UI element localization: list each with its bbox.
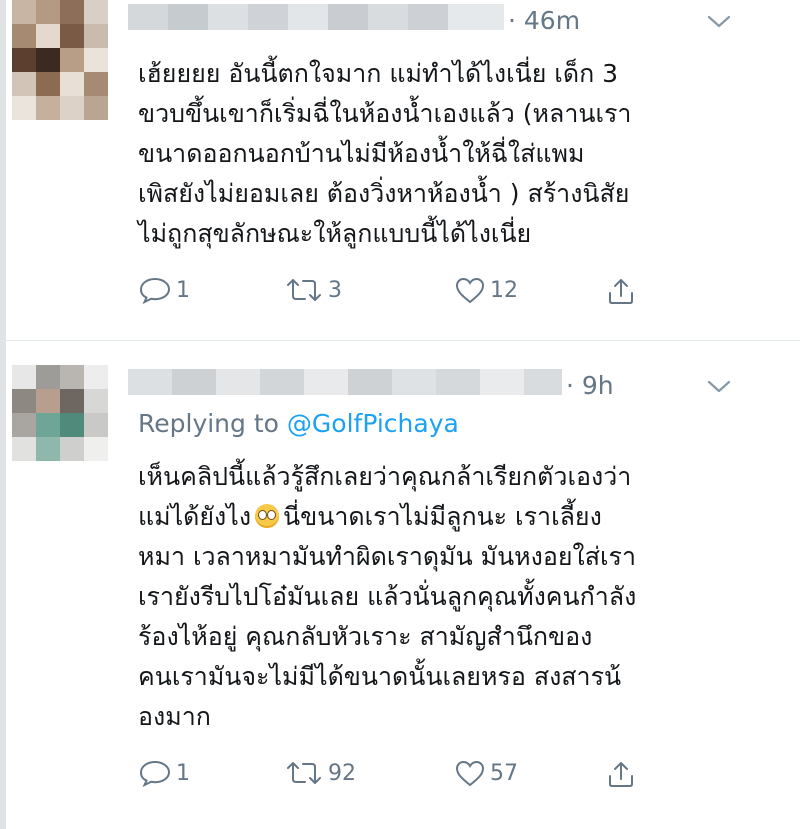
avatar[interactable] xyxy=(12,0,108,120)
text-line: ขนาดออกนอกบ้านไม่มีห้องน้ำให้ฉี่ใส่แพม xyxy=(138,139,585,168)
share-button[interactable] xyxy=(606,276,636,306)
reply-button[interactable]: 1 xyxy=(138,759,190,787)
action-bar: 1 92 57 xyxy=(138,759,658,789)
tweet-2[interactable]: · 9h Replying to @GolfPichaya เห็นคลิปนี… xyxy=(0,341,800,829)
retweet-button[interactable]: 92 xyxy=(284,759,356,787)
avatar[interactable] xyxy=(12,365,108,461)
like-count: 12 xyxy=(490,277,518,303)
share-button[interactable] xyxy=(606,759,636,789)
retweet-count: 3 xyxy=(328,277,342,303)
username-blurred[interactable] xyxy=(128,369,562,395)
reply-button[interactable]: 1 xyxy=(138,276,190,304)
text-line: เห็นคลิปนี้แล้วรู้สึกเลยว่าคุณกล้าเรียกต… xyxy=(138,462,632,491)
rolling-eyes-emoji xyxy=(255,504,280,528)
chevron-down-icon[interactable] xyxy=(706,14,732,30)
share-icon xyxy=(609,762,633,787)
tweet-text: เห็นคลิปนี้แล้วรู้สึกเลยว่าคุณกล้าเรียกต… xyxy=(138,457,636,737)
tweet-text: เฮ้ยยยย อันนี้ตกใจมาก แม่ทำได้ไงเนี่ย เด… xyxy=(138,54,631,254)
text-line: เฮ้ยยยย อันนี้ตกใจมาก แม่ทำได้ไงเนี่ย เด… xyxy=(138,59,619,88)
text-line: หมา เวลาหมามันทำผิดเราดุมัน มันหงอยใส่เร… xyxy=(138,542,637,571)
retweet-icon xyxy=(287,279,321,301)
reply-count: 1 xyxy=(176,760,190,786)
replying-to-handle[interactable]: @GolfPichaya xyxy=(287,409,459,438)
tweet-1[interactable]: · 46m เฮ้ยยยย อันนี้ตกใจมาก แม่ทำได้ไงเน… xyxy=(0,0,800,340)
like-button[interactable]: 57 xyxy=(454,759,518,787)
retweet-count: 92 xyxy=(328,760,356,786)
text-line: เพิสยังไม่ยอมเลย ต้องวิ่งหาห้องน้ำ ) สร้… xyxy=(138,179,630,208)
like-icon xyxy=(455,277,485,304)
retweet-icon xyxy=(287,762,321,784)
retweet-button[interactable]: 3 xyxy=(284,276,342,304)
replying-to: Replying to @GolfPichaya xyxy=(138,409,459,438)
like-icon xyxy=(455,760,485,787)
text-line: ขวบขึ้นเขาก็เริ่มฉี่ในห้องน้ำเองแล้ว (หล… xyxy=(138,99,632,128)
like-button[interactable]: 12 xyxy=(454,276,518,304)
timestamp[interactable]: · 9h xyxy=(566,371,614,400)
username-blurred[interactable] xyxy=(128,4,504,30)
reply-icon xyxy=(139,760,171,787)
action-bar: 1 3 12 xyxy=(138,276,658,306)
text-line: ไม่ถูกสุขลักษณะให้ลูกแบบนี้ได้ไงเนี่ย xyxy=(138,219,532,248)
text-line: เรายังรีบไปโอ๋มันเลย แล้วนั่นลูกคุณทั้งค… xyxy=(138,582,637,611)
text-line: ร้องไห้อยู่ คุณกลับหัวเราะ สามัญสำนึกของ xyxy=(138,622,593,651)
text-line-with-emoji: แม่ได้ยังไง นี่ขนาดเราไม่มีลูกนะ เราเลี้ย… xyxy=(138,497,636,537)
share-icon xyxy=(609,279,633,304)
reply-count: 1 xyxy=(176,277,190,303)
text-segment: แม่ได้ยังไง xyxy=(138,502,252,531)
thread-rail xyxy=(0,0,6,340)
thread-rail xyxy=(0,341,6,829)
text-line: คนเรามันจะไม่มีได้ขนาดนั้นเลยหรอ สงสารน้ xyxy=(138,662,622,691)
chevron-down-icon[interactable] xyxy=(706,379,732,395)
reply-icon xyxy=(139,277,171,304)
like-count: 57 xyxy=(490,760,518,786)
replying-to-label: Replying to xyxy=(138,409,279,438)
timestamp[interactable]: · 46m xyxy=(508,6,580,35)
text-line: องมาก xyxy=(138,702,211,731)
text-segment: นี่ขนาดเราไม่มีลูกนะ เราเลี้ยง xyxy=(283,502,602,531)
